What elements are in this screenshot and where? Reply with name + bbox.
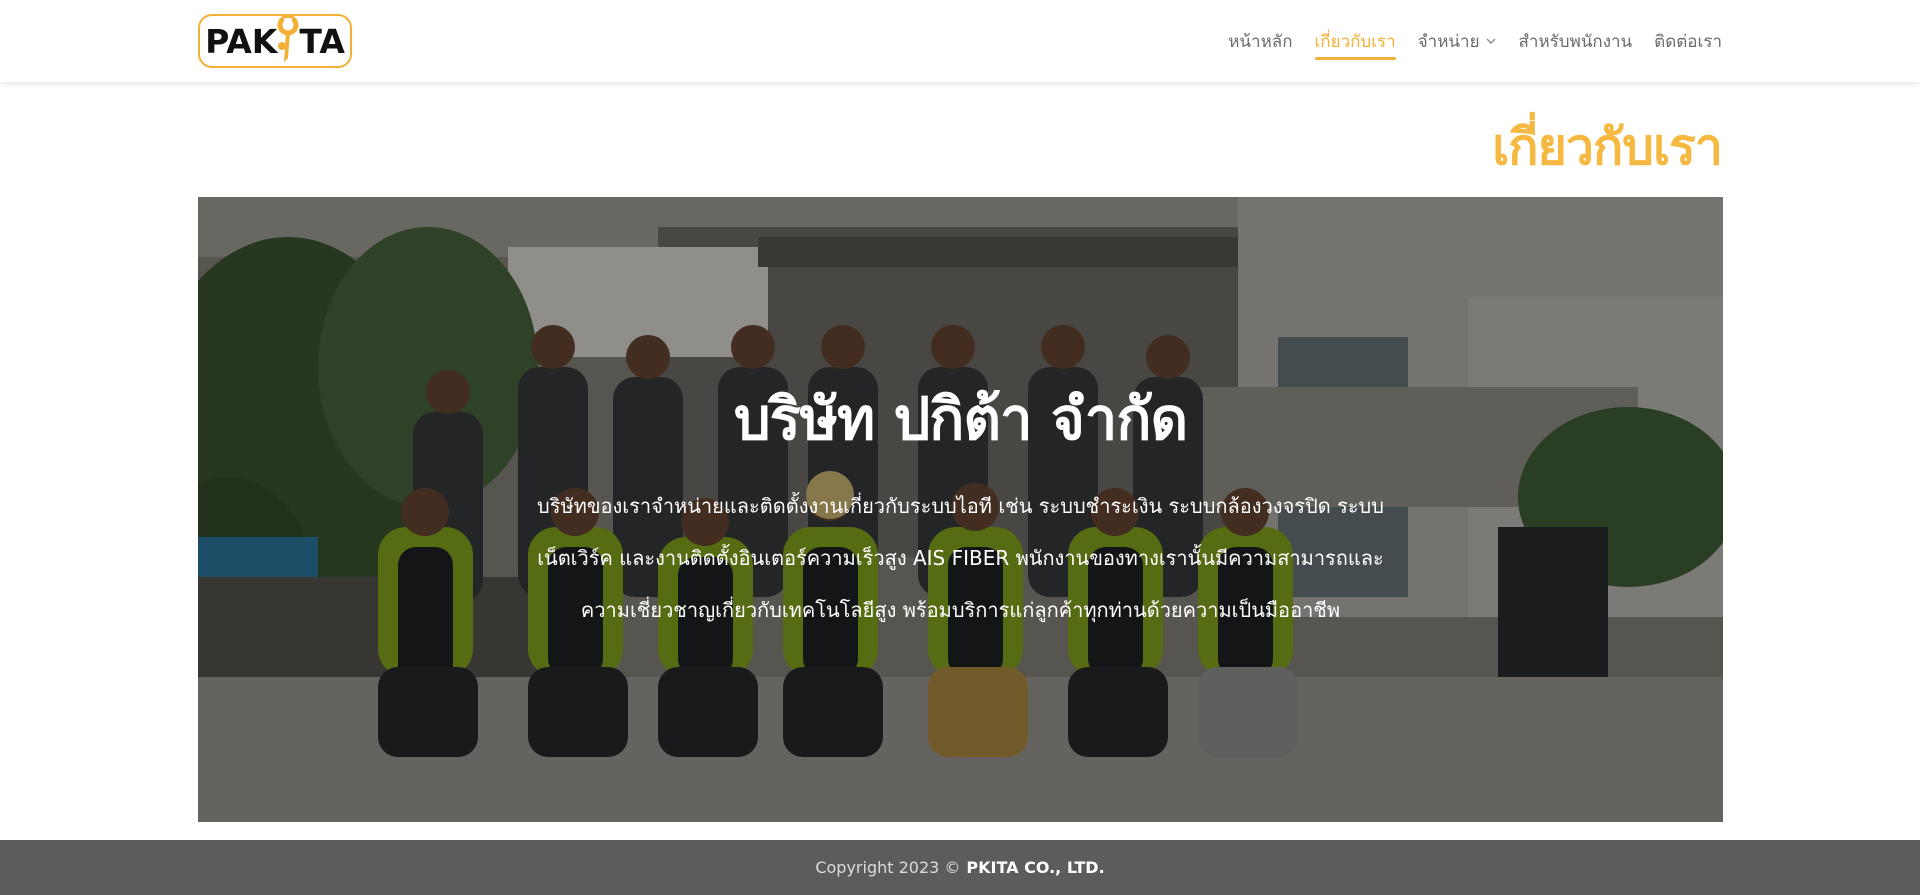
logo-text-left: PAK bbox=[205, 21, 278, 61]
copyright-company: PKITA CO., LTD. bbox=[966, 858, 1105, 877]
hero-description-line: เน็ตเวิร์ค และงานติดตั้งอินเตอร์ความเร็ว… bbox=[537, 546, 1384, 570]
nav-item-home[interactable]: หน้าหลัก bbox=[1228, 0, 1292, 82]
logo[interactable]: PAK TA bbox=[198, 14, 352, 68]
main-nav: หน้าหลัก เกี่ยวกับเรา จำหน่าย สำหรับพนัก… bbox=[1228, 0, 1722, 82]
logo-text-right: TA bbox=[299, 21, 345, 61]
nav-item-label: ติดต่อเรา bbox=[1654, 31, 1722, 52]
nav-item-contact[interactable]: ติดต่อเรา bbox=[1654, 0, 1722, 82]
logo-text: PAK TA bbox=[205, 14, 345, 68]
hero-description: บริษัทของเราจำหน่ายและติดตั้งงานเกี่ยวกั… bbox=[448, 480, 1473, 636]
site-header: PAK TA หน้าหลัก เกี่ยวกับเรา จำหน่าย สำห… bbox=[0, 0, 1920, 82]
nav-item-label: จำหน่าย bbox=[1417, 31, 1480, 52]
hero-description-line: ความเชี่ยวชาญเกี่ยวกับเทคโนโลยีสูง พร้อม… bbox=[580, 598, 1341, 622]
nav-item-label: หน้าหลัก bbox=[1228, 31, 1293, 52]
page-title: เกี่ยวกับเรา bbox=[1492, 118, 1723, 176]
hero-heading: บริษัท ปกิต้า จำกัด bbox=[733, 385, 1188, 453]
nav-item-staff[interactable]: สำหรับพนักงาน bbox=[1519, 0, 1633, 82]
nav-item-label: เกี่ยวกับเรา bbox=[1314, 31, 1396, 52]
hero-banner: บริษัท ปกิต้า จำกัด บริษัทของเราจำหน่ายแ… bbox=[198, 197, 1723, 822]
chevron-down-icon bbox=[1486, 38, 1496, 44]
nav-item-label: สำหรับพนักงาน bbox=[1518, 31, 1633, 52]
hero-description-line: บริษัทของเราจำหน่ายและติดตั้งงานเกี่ยวกั… bbox=[537, 494, 1384, 518]
nav-item-products[interactable]: จำหน่าย bbox=[1418, 0, 1497, 82]
site-footer: Copyright 2023 © PKITA CO., LTD. bbox=[0, 840, 1920, 895]
nav-item-about[interactable]: เกี่ยวกับเรา bbox=[1314, 0, 1396, 82]
copyright-text: Copyright 2023 © bbox=[815, 858, 961, 877]
wrench-icon bbox=[277, 14, 299, 62]
